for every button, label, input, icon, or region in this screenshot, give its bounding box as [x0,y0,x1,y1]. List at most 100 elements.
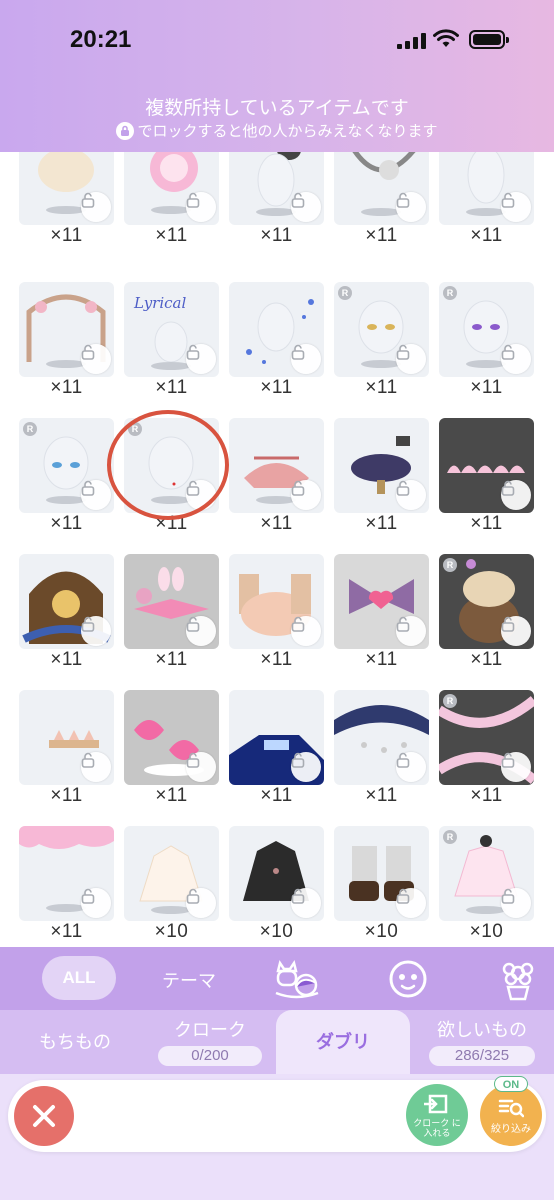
item-cell[interactable]: Lyrical ×11 [124,282,219,417]
closet-add-button[interactable]: クローク に 入れる [406,1084,468,1146]
lock-toggle-icon[interactable] [501,752,531,782]
category-all-button[interactable]: ALL [42,956,116,1000]
item-thumbnail[interactable] [124,690,219,785]
lock-toggle-icon[interactable] [81,616,111,646]
item-cell[interactable]: ×11 [19,826,114,947]
face-icon[interactable] [384,957,432,1001]
lock-toggle-icon[interactable] [291,344,321,374]
item-thumbnail[interactable] [334,826,429,921]
lock-toggle-icon[interactable] [501,888,531,918]
item-cell[interactable]: ×11 [334,690,429,825]
lock-toggle-icon[interactable] [186,752,216,782]
item-thumbnail[interactable]: R [439,554,534,649]
item-thumbnail[interactable] [439,418,534,513]
item-cell[interactable]: ×11 [334,152,429,265]
tab-mochimono[interactable]: もちもの [20,1010,130,1074]
item-thumbnail[interactable] [19,554,114,649]
item-cell[interactable]: R ×11 [19,418,114,553]
lock-toggle-icon[interactable] [291,888,321,918]
pet-avatar-icon[interactable] [272,957,320,1001]
lock-toggle-icon[interactable] [396,192,426,222]
item-cell[interactable]: R ×11 [439,690,534,825]
item-thumbnail[interactable]: R [19,418,114,513]
item-cell[interactable]: ×11 [439,152,534,265]
item-thumbnail[interactable] [334,554,429,649]
lock-toggle-icon[interactable] [501,344,531,374]
lock-toggle-icon[interactable] [186,192,216,222]
item-thumbnail[interactable]: R [439,826,534,921]
lock-toggle-icon[interactable] [81,192,111,222]
item-cell[interactable]: ×11 [229,418,324,553]
lock-toggle-icon[interactable] [291,616,321,646]
lock-toggle-icon[interactable] [396,344,426,374]
lock-toggle-icon[interactable] [81,344,111,374]
item-thumbnail[interactable] [124,152,219,225]
item-cell[interactable]: R ×10 [439,826,534,947]
item-cell[interactable]: ×10 [229,826,324,947]
lock-toggle-icon[interactable] [81,888,111,918]
item-thumbnail[interactable] [439,152,534,225]
item-thumbnail[interactable] [124,826,219,921]
item-cell[interactable]: ×11 [334,418,429,553]
lock-toggle-icon[interactable] [396,480,426,510]
item-cell[interactable]: ×11 [229,152,324,265]
item-cell[interactable]: ×11 [19,690,114,825]
item-cell[interactable]: ×11 [334,554,429,689]
item-thumbnail[interactable]: R [439,282,534,377]
item-thumbnail[interactable] [334,152,429,225]
item-cell[interactable]: ×11 [124,690,219,825]
category-theme-button[interactable]: テーマ [162,967,216,993]
tab-wishlist[interactable]: 欲しいもの 286/325 [418,1010,546,1074]
item-cell[interactable]: ×11 [124,152,219,265]
item-cell[interactable]: ×11 [229,554,324,689]
item-thumbnail[interactable] [19,282,114,377]
item-cell[interactable]: ×11 [229,282,324,417]
item-thumbnail[interactable] [124,554,219,649]
plant-icon[interactable] [494,957,542,1001]
lock-toggle-icon[interactable] [501,480,531,510]
lock-toggle-icon[interactable] [291,192,321,222]
item-cell[interactable]: ×11 [19,554,114,689]
item-cell[interactable]: ×10 [334,826,429,947]
lock-toggle-icon[interactable] [291,752,321,782]
lock-toggle-icon[interactable] [186,616,216,646]
item-thumbnail[interactable] [229,690,324,785]
tab-daburi[interactable]: ダブリ [276,1010,410,1074]
lock-toggle-icon[interactable] [501,192,531,222]
lock-toggle-icon[interactable] [396,616,426,646]
item-cell[interactable]: ×11 [19,152,114,265]
item-cell[interactable]: ×11 [124,554,219,689]
item-thumbnail[interactable] [229,282,324,377]
item-thumbnail[interactable] [229,826,324,921]
filter-button[interactable]: ON 絞り込み [480,1076,542,1146]
lock-toggle-icon[interactable] [81,752,111,782]
item-thumbnail[interactable] [229,554,324,649]
item-cell[interactable]: R ×11 [439,554,534,689]
lock-toggle-icon[interactable] [396,888,426,918]
item-thumbnail[interactable] [334,690,429,785]
item-thumbnail[interactable]: R [334,282,429,377]
close-button[interactable] [14,1086,74,1146]
item-thumbnail[interactable] [229,152,324,225]
item-thumbnail[interactable] [19,690,114,785]
item-cell[interactable]: ×10 [124,826,219,947]
item-thumbnail[interactable]: R [439,690,534,785]
item-thumbnail[interactable]: Lyrical [124,282,219,377]
lock-toggle-icon[interactable] [501,616,531,646]
tab-cloak[interactable]: クローク 0/200 [150,1010,270,1074]
item-cell[interactable]: ×11 [19,282,114,417]
lock-toggle-icon[interactable] [396,752,426,782]
item-count: ×10 [469,921,504,942]
item-thumbnail[interactable] [334,418,429,513]
item-thumbnail[interactable] [19,826,114,921]
item-thumbnail[interactable] [229,418,324,513]
lock-toggle-icon[interactable] [186,344,216,374]
item-cell[interactable]: R ×11 [334,282,429,417]
lock-toggle-icon[interactable] [186,888,216,918]
lock-toggle-icon[interactable] [291,480,321,510]
item-cell[interactable]: ×11 [229,690,324,825]
item-cell[interactable]: R ×11 [439,282,534,417]
item-cell[interactable]: ×11 [439,418,534,553]
lock-toggle-icon[interactable] [81,480,111,510]
item-thumbnail[interactable] [19,152,114,225]
